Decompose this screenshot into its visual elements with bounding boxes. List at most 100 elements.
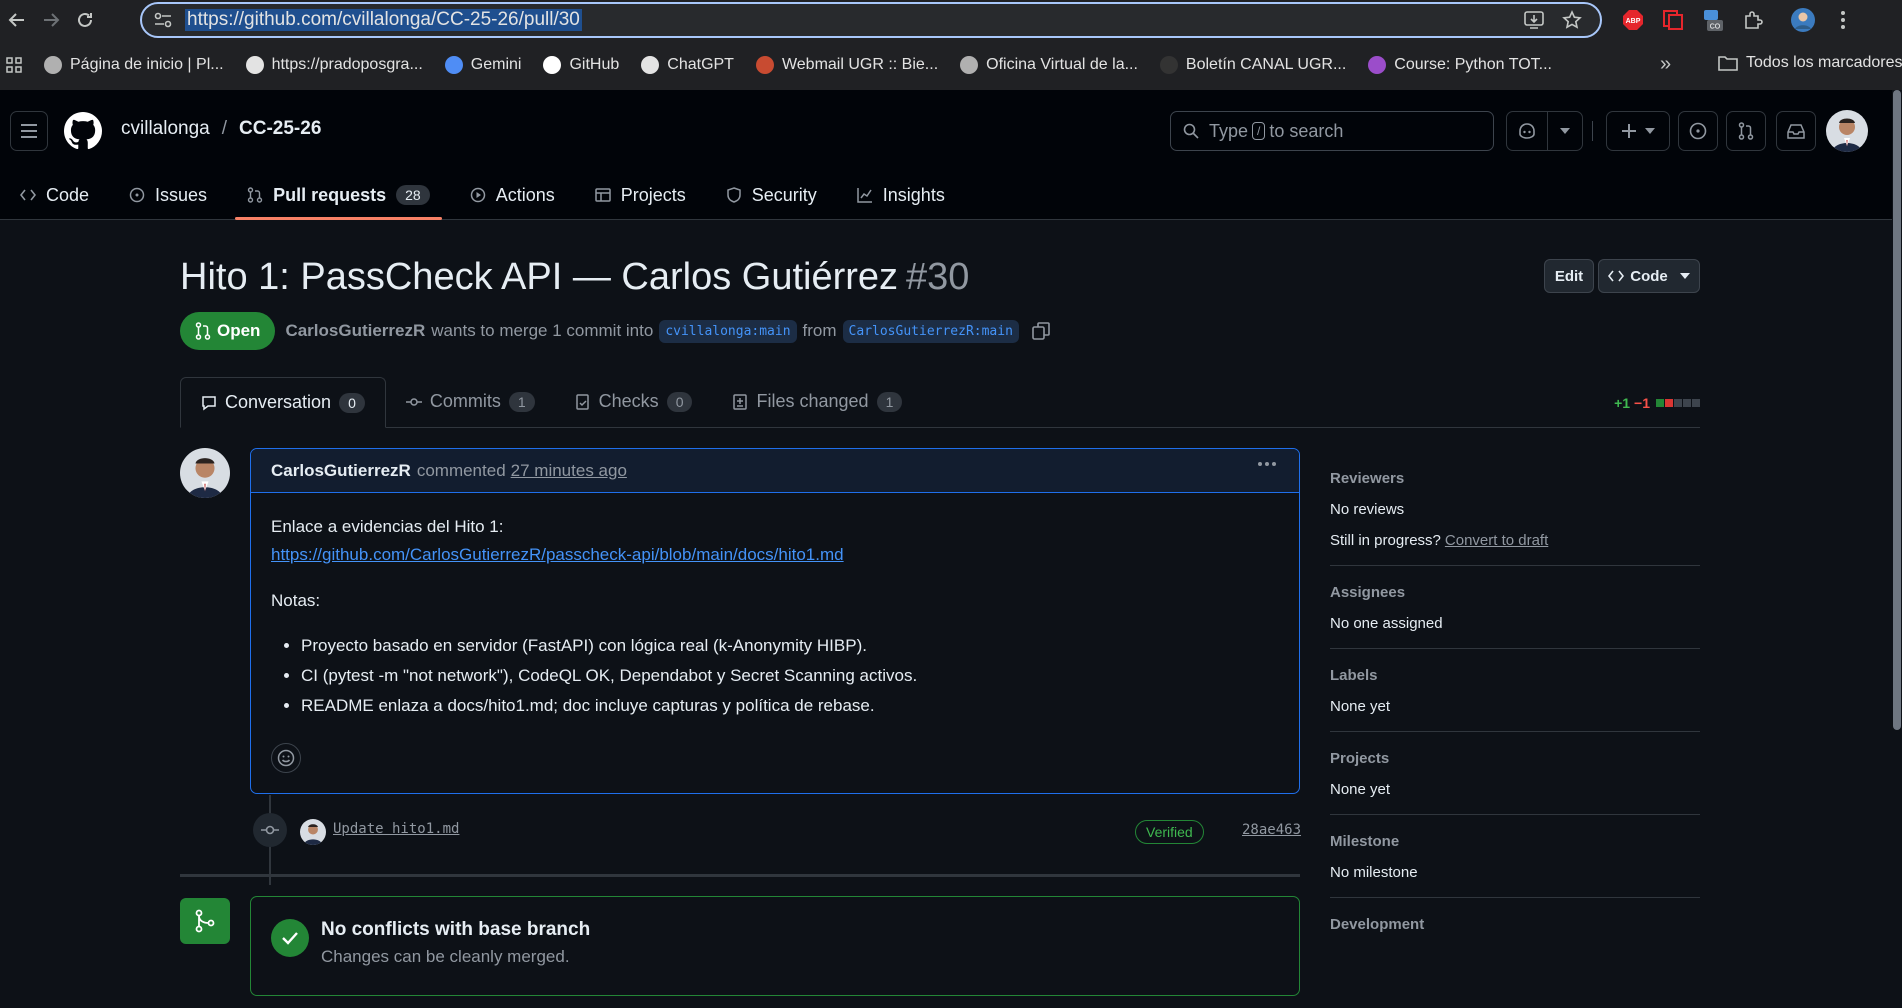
svg-text:ABP: ABP bbox=[1626, 18, 1641, 25]
url-text[interactable]: https://github.com/cvillalonga/CC-25-26/… bbox=[185, 9, 582, 31]
bookmark-item[interactable]: Gemini bbox=[444, 56, 521, 74]
address-bar[interactable]: https://github.com/cvillalonga/CC-25-26/… bbox=[140, 2, 1602, 38]
user-avatar[interactable] bbox=[1826, 110, 1868, 152]
verified-badge[interactable]: Verified bbox=[1135, 820, 1204, 844]
hamburger-menu-button[interactable] bbox=[10, 111, 48, 151]
pdf-extension-icon[interactable] bbox=[1660, 7, 1686, 33]
code-icon bbox=[20, 189, 36, 201]
head-branch[interactable]: CarlosGutierrezR:main bbox=[842, 319, 1019, 343]
copilot-dropdown-button[interactable] bbox=[1547, 111, 1583, 151]
copilot-button[interactable] bbox=[1506, 111, 1548, 151]
repo-owner-link[interactable]: cvillalonga bbox=[121, 118, 210, 139]
issue-icon bbox=[129, 187, 145, 203]
reviewers-section: Reviewers No reviews Still in progress? C… bbox=[1330, 470, 1700, 566]
draft-question: Still in progress? bbox=[1330, 532, 1441, 549]
repo-name-link[interactable]: CC-25-26 bbox=[239, 118, 321, 139]
notes-list: Proyecto basado en servidor (FastAPI) co… bbox=[271, 631, 1279, 721]
diffstat-block bbox=[1692, 399, 1700, 407]
search-shortcut-key: / bbox=[1252, 122, 1266, 140]
install-app-icon[interactable] bbox=[1524, 11, 1544, 29]
commit-message-link[interactable]: Update hito1.md bbox=[333, 821, 459, 837]
github-logo-icon[interactable] bbox=[64, 112, 102, 150]
projects-value: None yet bbox=[1330, 781, 1391, 798]
bookmark-item[interactable]: Oficina Virtual de la... bbox=[960, 56, 1138, 74]
diffstat-block bbox=[1656, 399, 1664, 407]
adblock-icon[interactable]: ABP bbox=[1620, 7, 1646, 33]
assignees-heading[interactable]: Assignees bbox=[1330, 584, 1700, 601]
tab-files-changed[interactable]: Files changed 1 bbox=[712, 376, 922, 427]
site-info-icon[interactable] bbox=[154, 12, 172, 28]
tab-security[interactable]: Security bbox=[706, 170, 837, 220]
convert-to-draft-link[interactable]: Convert to draft bbox=[1445, 532, 1548, 549]
puzzle-extensions-icon[interactable] bbox=[1740, 7, 1766, 33]
inbox-button[interactable] bbox=[1776, 111, 1816, 151]
tab-commits[interactable]: Commits 1 bbox=[386, 376, 555, 427]
bookmark-item[interactable]: https://pradoposgra... bbox=[245, 56, 423, 74]
pull-request-icon bbox=[195, 322, 211, 340]
scrollbar-thumb[interactable] bbox=[1893, 90, 1901, 730]
tab-actions[interactable]: Actions bbox=[450, 170, 575, 220]
pull-request-page: Hito 1: PassCheck API — Carlos Gutiérrez… bbox=[180, 220, 1700, 1008]
page-title: Hito 1: PassCheck API — Carlos Gutiérrez… bbox=[180, 256, 969, 299]
base-branch[interactable]: cvillalonga:main bbox=[659, 319, 797, 343]
apps-grid-icon[interactable] bbox=[6, 57, 22, 73]
issues-header-button[interactable] bbox=[1678, 111, 1718, 151]
bookmark-item[interactable]: Course: Python TOT... bbox=[1368, 56, 1552, 74]
bookmark-star-icon[interactable] bbox=[1562, 10, 1582, 30]
bookmark-item[interactable]: Boletín CANAL UGR... bbox=[1159, 56, 1346, 74]
create-new-button[interactable] bbox=[1606, 111, 1670, 151]
reload-icon[interactable] bbox=[68, 3, 102, 37]
diffstat: +1 −1 bbox=[1614, 395, 1700, 411]
comment-timestamp[interactable]: 27 minutes ago bbox=[511, 461, 627, 481]
tab-label: Conversation bbox=[225, 392, 332, 412]
tab-issues[interactable]: Issues bbox=[109, 170, 227, 220]
more-bookmarks-icon[interactable]: » bbox=[1660, 53, 1671, 76]
comment-author-avatar[interactable] bbox=[180, 448, 230, 498]
milestone-heading[interactable]: Milestone bbox=[1330, 833, 1700, 850]
comment-box: CarlosGutierrezR commented 27 minutes ag… bbox=[250, 448, 1300, 794]
notes-label: Notas: bbox=[271, 591, 321, 610]
milestone-value: No milestone bbox=[1330, 864, 1418, 881]
timeline-separator bbox=[180, 874, 1300, 877]
search-input[interactable]: Type / to search bbox=[1170, 111, 1494, 151]
code-dropdown-button[interactable]: Code bbox=[1598, 259, 1700, 293]
pull-requests-header-button[interactable] bbox=[1726, 111, 1766, 151]
evidence-link[interactable]: https://github.com/CarlosGutierrezR/pass… bbox=[271, 545, 844, 564]
comment-author[interactable]: CarlosGutierrezR bbox=[271, 461, 411, 481]
commit-author-avatar[interactable] bbox=[300, 819, 326, 845]
forward-icon[interactable] bbox=[34, 3, 68, 37]
kebab-menu-icon[interactable] bbox=[1257, 461, 1277, 467]
code-button-label: Code bbox=[1630, 267, 1668, 285]
development-heading[interactable]: Development bbox=[1330, 916, 1700, 933]
tab-projects[interactable]: Projects bbox=[575, 170, 706, 220]
assignees-section: Assignees No one assigned bbox=[1330, 584, 1700, 649]
bookmark-item[interactable]: GitHub bbox=[543, 56, 619, 74]
pr-author-link[interactable]: CarlosGutierrezR bbox=[285, 321, 425, 341]
tab-conversation[interactable]: Conversation 0 bbox=[180, 377, 386, 428]
tab-code[interactable]: Code bbox=[0, 170, 109, 220]
co-extension-icon[interactable]: CO bbox=[1700, 7, 1726, 33]
labels-heading[interactable]: Labels bbox=[1330, 667, 1700, 684]
comment-action: commented bbox=[416, 460, 506, 480]
commit-sha-link[interactable]: 28ae463 bbox=[1242, 822, 1301, 838]
projects-section: Projects None yet bbox=[1330, 750, 1700, 815]
checklist-icon bbox=[575, 393, 589, 410]
tab-pull-requests[interactable]: Pull requests 28 bbox=[227, 170, 450, 220]
bookmark-item[interactable]: Página de inicio | Pl... bbox=[44, 56, 224, 74]
page-scrollbar[interactable] bbox=[1892, 90, 1902, 1008]
add-reaction-button[interactable] bbox=[271, 743, 301, 773]
copy-icon[interactable] bbox=[1031, 321, 1051, 341]
list-item: CI (pytest -m "not network"), CodeQL OK,… bbox=[301, 661, 1279, 691]
file-diff-icon bbox=[733, 393, 748, 410]
projects-heading[interactable]: Projects bbox=[1330, 750, 1700, 767]
tab-insights[interactable]: Insights bbox=[837, 170, 965, 220]
edit-title-button[interactable]: Edit bbox=[1544, 259, 1594, 293]
chrome-menu-icon[interactable] bbox=[1830, 7, 1856, 33]
bookmark-item[interactable]: Webmail UGR :: Bie... bbox=[755, 56, 938, 74]
bookmark-item[interactable]: ChatGPT bbox=[641, 56, 734, 74]
reviewers-heading[interactable]: Reviewers bbox=[1330, 470, 1700, 487]
back-icon[interactable] bbox=[0, 3, 34, 37]
profile-avatar-icon[interactable] bbox=[1790, 7, 1816, 33]
all-bookmarks-folder[interactable]: Todos los marcadores bbox=[1718, 54, 1902, 72]
tab-checks[interactable]: Checks 0 bbox=[555, 376, 713, 427]
